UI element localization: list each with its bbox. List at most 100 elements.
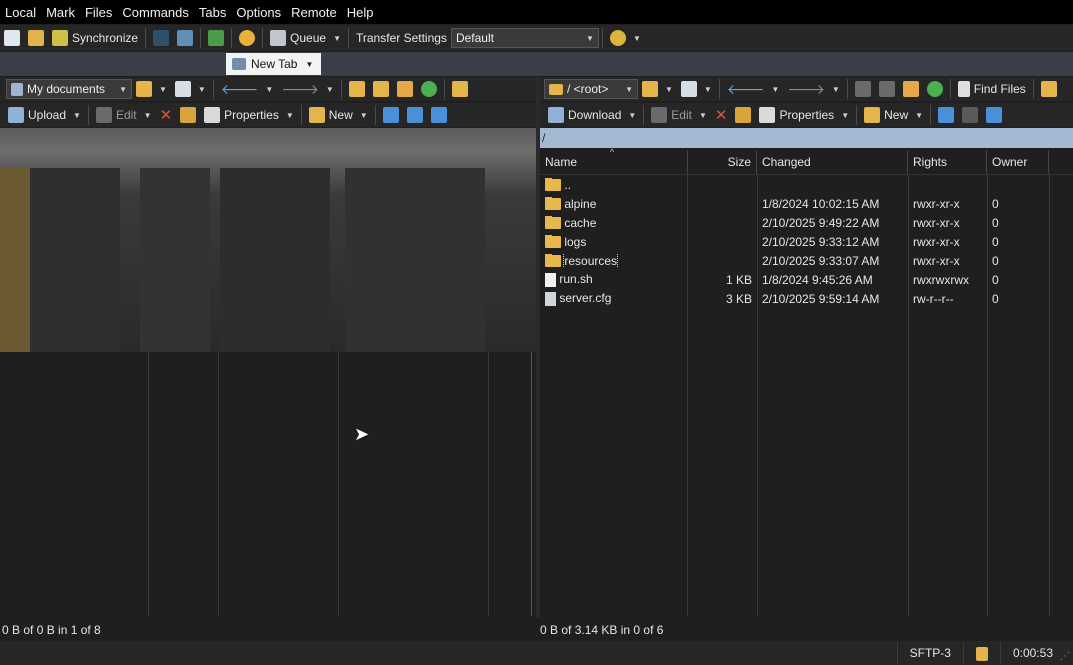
remote-home-button[interactable] bbox=[899, 77, 923, 101]
file-row[interactable]: resources 2/10/2025 9:33:07 AM rwxr-xr-x… bbox=[540, 251, 1073, 270]
local-forward-button[interactable]: 🡒 ▼ bbox=[277, 77, 337, 101]
remote-unselect-button[interactable] bbox=[958, 103, 982, 127]
local-select-button[interactable] bbox=[379, 103, 403, 127]
documents-icon bbox=[11, 82, 23, 96]
local-unselect-button[interactable] bbox=[403, 103, 427, 127]
menu-commands[interactable]: Commands bbox=[117, 5, 193, 20]
remote-forward-button[interactable]: 🡒 ▼ bbox=[783, 77, 843, 101]
refresh-button[interactable] bbox=[204, 26, 228, 50]
chevron-down-icon: ▼ bbox=[143, 110, 152, 120]
tree-icon bbox=[1040, 81, 1057, 97]
local-location-select[interactable]: My documents ▼ bbox=[6, 79, 132, 99]
remote-delete-button[interactable]: ✕ bbox=[711, 103, 732, 127]
menu-files[interactable]: Files bbox=[80, 5, 117, 20]
column-owner[interactable]: Owner bbox=[987, 150, 1049, 174]
download-button[interactable]: Download ▼ bbox=[544, 103, 640, 127]
column-changed[interactable]: Changed bbox=[757, 150, 908, 174]
remote-properties-button[interactable]: Properties ▼ bbox=[755, 103, 853, 127]
menu-options[interactable]: Options bbox=[231, 5, 286, 20]
preferences-button[interactable] bbox=[235, 26, 259, 50]
menu-remote[interactable]: Remote bbox=[286, 5, 342, 20]
row-owner: 0 bbox=[992, 253, 999, 268]
chevron-down-icon: ▼ bbox=[305, 59, 314, 69]
menu-mark[interactable]: Mark bbox=[41, 5, 80, 20]
folder-icon bbox=[549, 83, 563, 95]
local-properties-button[interactable]: Properties ▼ bbox=[200, 103, 298, 127]
compare-dirs-button[interactable] bbox=[0, 26, 24, 50]
row-rights: rw-r--r-- bbox=[913, 291, 954, 306]
file-row[interactable]: cache 2/10/2025 9:49:22 AM rwxr-xr-x 0 bbox=[540, 213, 1073, 232]
menu-bar: Local Mark Files Commands Tabs Options R… bbox=[0, 0, 1073, 24]
menu-local[interactable]: Local bbox=[0, 5, 41, 20]
remote-tree-button[interactable] bbox=[1037, 77, 1061, 101]
edit-icon bbox=[651, 107, 668, 123]
synchronize-button[interactable]: Synchronize bbox=[48, 26, 142, 50]
column-rights[interactable]: Rights bbox=[908, 150, 987, 174]
lock-icon bbox=[975, 646, 988, 661]
tab-new-tab[interactable]: New Tab ▼ bbox=[226, 53, 321, 75]
local-rename-button[interactable] bbox=[176, 103, 200, 127]
remote-parent-dir-button[interactable] bbox=[851, 77, 875, 101]
remote-open-dir-button[interactable]: ▼ bbox=[638, 77, 677, 101]
local-root-dir-button[interactable] bbox=[369, 77, 393, 101]
file-row[interactable]: alpine 1/8/2024 10:02:15 AM rwxr-xr-x 0 bbox=[540, 194, 1073, 213]
redacted-block bbox=[0, 168, 30, 352]
local-filter-button[interactable]: ▼ bbox=[171, 77, 210, 101]
transfer-settings-select[interactable]: Default ▼ bbox=[450, 28, 599, 48]
file-row-parent[interactable]: .. bbox=[540, 175, 1073, 194]
column-size[interactable]: Size bbox=[688, 150, 757, 174]
toolbar-separator bbox=[145, 28, 147, 48]
remote-new-button[interactable]: New ▼ bbox=[860, 103, 927, 127]
remote-file-toolbar: Download ▼ Edit ▼ ✕ Properties ▼ New ▼ bbox=[540, 103, 1073, 127]
remote-back-button[interactable]: 🡐 ▼ bbox=[723, 77, 783, 101]
auto-refresh-button[interactable]: ▼ bbox=[606, 26, 645, 50]
remote-edit-button[interactable]: Edit ▼ bbox=[647, 103, 711, 127]
remote-select-button[interactable] bbox=[934, 103, 958, 127]
toolbar-separator bbox=[231, 28, 233, 48]
local-new-label: New bbox=[328, 108, 353, 122]
remote-filter-button[interactable]: ▼ bbox=[677, 77, 716, 101]
local-refresh-button[interactable] bbox=[417, 77, 441, 101]
putty-button[interactable] bbox=[173, 26, 197, 50]
file-row[interactable]: logs 2/10/2025 9:33:12 AM rwxr-xr-x 0 bbox=[540, 232, 1073, 251]
local-delete-button[interactable]: ✕ bbox=[156, 103, 177, 127]
chevron-down-icon: ▼ bbox=[359, 110, 368, 120]
column-divider bbox=[218, 352, 219, 616]
row-changed: 2/10/2025 9:33:12 AM bbox=[762, 234, 880, 249]
local-back-button[interactable]: 🡐 ▼ bbox=[217, 77, 277, 101]
upload-button[interactable]: Upload ▼ bbox=[4, 103, 85, 127]
file-row[interactable]: run.sh 1 KB 1/8/2024 9:45:26 AM rwxrwxrw… bbox=[540, 270, 1073, 289]
menu-help[interactable]: Help bbox=[342, 5, 379, 20]
console-button[interactable] bbox=[149, 26, 173, 50]
queue-button[interactable]: Queue ▼ bbox=[266, 26, 345, 50]
find-files-button[interactable]: Find Files bbox=[954, 77, 1030, 101]
remote-location-select[interactable]: / <root> ▼ bbox=[544, 79, 638, 99]
sync-icon bbox=[609, 30, 626, 46]
filter-icon bbox=[430, 107, 447, 123]
local-edit-button[interactable]: Edit ▼ bbox=[92, 103, 156, 127]
sync-browse-icon bbox=[28, 30, 44, 46]
local-find-button[interactable] bbox=[448, 77, 472, 101]
find-files-label: Find Files bbox=[973, 82, 1026, 96]
chevron-down-icon: ▼ bbox=[771, 84, 780, 94]
remote-status: 0 B of 3.14 KB in 0 of 6 bbox=[540, 623, 664, 637]
toolbar-separator bbox=[374, 105, 376, 125]
local-filter-select-button[interactable] bbox=[427, 103, 451, 127]
queue-label: Queue bbox=[290, 31, 327, 45]
local-home-button[interactable] bbox=[393, 77, 417, 101]
local-open-dir-button[interactable]: ▼ bbox=[132, 77, 171, 101]
local-new-button[interactable]: New ▼ bbox=[305, 103, 372, 127]
resize-grip-icon[interactable]: ⋰ bbox=[1060, 651, 1070, 662]
remote-refresh-button[interactable] bbox=[923, 77, 947, 101]
toolbar-separator bbox=[949, 79, 951, 99]
menu-tabs[interactable]: Tabs bbox=[194, 5, 231, 20]
chevron-down-icon: ▼ bbox=[159, 84, 167, 94]
local-location-value: My documents bbox=[27, 82, 106, 96]
file-row[interactable]: server.cfg 3 KB 2/10/2025 9:59:14 AM rw-… bbox=[540, 289, 1073, 308]
remote-rename-button[interactable] bbox=[731, 103, 755, 127]
remote-root-dir-button[interactable] bbox=[875, 77, 899, 101]
remote-filter-select-button[interactable] bbox=[982, 103, 1006, 127]
sync-browse-button[interactable] bbox=[24, 26, 48, 50]
local-parent-dir-button[interactable] bbox=[345, 77, 369, 101]
row-size: 3 KB bbox=[725, 291, 752, 306]
